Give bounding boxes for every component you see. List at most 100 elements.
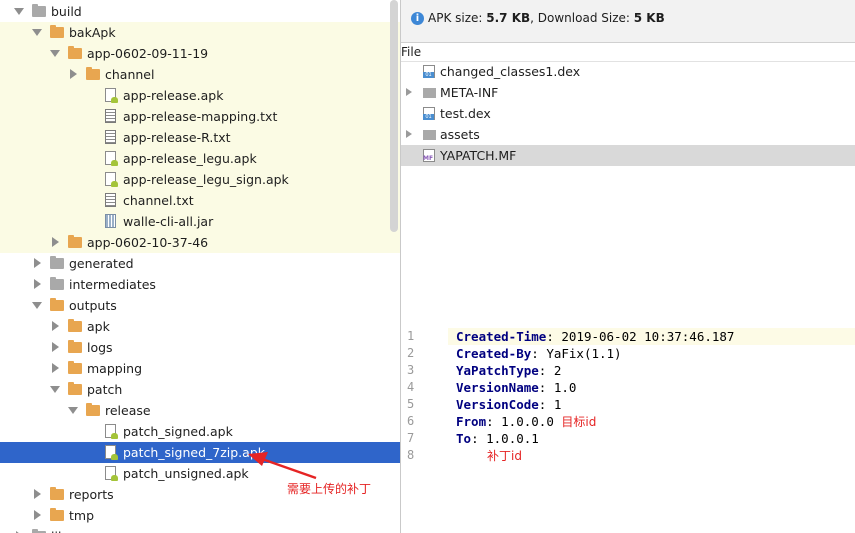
tree-item-label: app-release.apk — [123, 88, 224, 103]
apk-file-icon — [105, 172, 118, 187]
line-number: 6 — [407, 414, 415, 428]
tree-row[interactable]: app-release_legu.apk — [0, 148, 400, 169]
tree-row[interactable]: logs — [0, 337, 400, 358]
expand-right-icon[interactable] — [52, 321, 59, 331]
tree-row[interactable]: lib — [0, 526, 400, 533]
tree-row[interactable]: tmp — [0, 505, 400, 526]
target-id-note: 目标id — [561, 415, 597, 429]
tree-item-label: apk — [87, 319, 110, 334]
code-line[interactable]: YaPatchType: 2 — [456, 362, 561, 379]
tree-item-label: intermediates — [69, 277, 156, 292]
folder-orange-icon — [50, 25, 64, 38]
manifest-editor[interactable]: 1 2 3 4 5 6 7 8 Created-Time: 2019-06-02 10:37:… — [401, 326, 855, 533]
apk-file-row[interactable]: test.dex — [401, 103, 855, 124]
apk-file-icon — [105, 424, 118, 439]
expand-down-icon[interactable] — [68, 407, 78, 414]
apk-file-row[interactable]: YAPATCH.MF — [401, 145, 855, 166]
apk-file-row[interactable]: changed_classes1.dex — [401, 61, 855, 82]
folder-orange-icon — [68, 319, 82, 332]
folder-gray-icon — [50, 277, 64, 290]
expand-down-icon[interactable] — [50, 386, 60, 393]
tree-row[interactable]: app-release.apk — [0, 85, 400, 106]
text-file-icon — [105, 109, 116, 123]
manifest-key: VersionCode — [456, 397, 539, 412]
apk-file-name: YAPATCH.MF — [440, 148, 517, 163]
tree-row[interactable]: release — [0, 400, 400, 421]
manifest-key: YaPatchType — [456, 363, 539, 378]
apk-file-icon — [105, 466, 118, 481]
tree-item-label: reports — [69, 487, 114, 502]
tree-row[interactable]: patch_signed.apk — [0, 421, 400, 442]
apk-size-value: 5.7 KB — [486, 11, 531, 25]
expand-down-icon[interactable] — [50, 50, 60, 57]
manifest-file-icon — [423, 149, 435, 162]
apk-file-row[interactable]: META-INF — [401, 82, 855, 103]
expand-right-icon[interactable] — [34, 489, 41, 499]
manifest-value: : 1.0 — [538, 380, 577, 395]
tree-item-label: app-release_legu.apk — [123, 151, 257, 166]
tree-row[interactable]: outputs — [0, 295, 400, 316]
patch-id-note: 补丁id — [487, 449, 522, 463]
apk-file-row[interactable]: assets — [401, 124, 855, 145]
line-number: 7 — [407, 431, 415, 445]
tree-row[interactable]: walle-cli-all.jar — [0, 211, 400, 232]
manifest-value: : 1 — [538, 397, 562, 412]
line-number: 8 — [407, 448, 415, 462]
folder-orange-icon — [50, 487, 64, 500]
code-line[interactable]: From: 1.0.0.0 目标id — [456, 413, 596, 430]
manifest-key: From — [456, 414, 487, 429]
code-line[interactable]: Created-Time: 2019-06-02 10:37:46.187 — [456, 328, 734, 345]
expand-down-icon[interactable] — [32, 302, 42, 309]
manifest-value: : 1.0.0.0 — [486, 414, 562, 429]
tree-row[interactable]: bakApk — [0, 22, 400, 43]
expand-right-icon[interactable] — [34, 258, 41, 268]
tree-row[interactable]: apk — [0, 316, 400, 337]
folder-gray-icon — [50, 256, 64, 269]
tree-row[interactable]: patch_signed_7zip.apk — [0, 442, 400, 463]
tree-row[interactable]: generated — [0, 253, 400, 274]
tree-row[interactable]: patch — [0, 379, 400, 400]
code-line[interactable]: Created-By: YaFix(1.1) — [456, 345, 622, 362]
tree-row[interactable]: app-0602-09-11-19 — [0, 43, 400, 64]
expand-right-icon[interactable] — [52, 363, 59, 373]
expand-right-icon[interactable] — [52, 237, 59, 247]
expand-right-icon[interactable] — [406, 130, 412, 138]
expand-down-icon[interactable] — [14, 8, 24, 15]
expand-right-icon[interactable] — [34, 510, 41, 520]
tree-row[interactable]: app-0602-10-37-46 — [0, 232, 400, 253]
file-column-header[interactable]: File — [401, 43, 855, 62]
code-line[interactable]: VersionCode: 1 — [456, 396, 561, 413]
apk-file-icon — [105, 151, 118, 166]
tree-item-label: build — [51, 4, 82, 19]
folder-orange-icon — [68, 340, 82, 353]
tree-item-label: channel — [105, 67, 155, 82]
tree-scrollbar[interactable] — [390, 0, 398, 232]
expand-right-icon[interactable] — [406, 88, 412, 96]
code-line[interactable]: To: 1.0.0.1 — [456, 430, 539, 447]
folder-orange-icon — [68, 382, 82, 395]
manifest-value: : 2019-06-02 10:37:46.187 — [546, 329, 735, 344]
expand-right-icon[interactable] — [34, 279, 41, 289]
folder-icon — [423, 88, 436, 98]
tree-row[interactable]: mapping — [0, 358, 400, 379]
tree-row[interactable]: channel.txt — [0, 190, 400, 211]
line-number: 1 — [407, 329, 415, 343]
expand-right-icon[interactable] — [70, 69, 77, 79]
tree-item-label: generated — [69, 256, 134, 271]
project-tree[interactable]: build bakApk app-0602-09-11-19 channel app-r… — [0, 0, 400, 533]
expand-down-icon[interactable] — [32, 29, 42, 36]
apk-size-label: APK size: — [428, 11, 487, 25]
manifest-key: Created-Time — [456, 329, 547, 344]
tree-row[interactable]: build — [0, 1, 400, 22]
code-line[interactable]: VersionName: 1.0 — [456, 379, 576, 396]
tree-row[interactable]: app-release_legu_sign.apk — [0, 169, 400, 190]
tree-item-label: logs — [87, 340, 113, 355]
tree-row[interactable]: app-release-R.txt — [0, 127, 400, 148]
expand-right-icon[interactable] — [52, 342, 59, 352]
tree-row[interactable]: channel — [0, 64, 400, 85]
text-file-icon — [105, 130, 116, 144]
code-line[interactable]: 补丁id — [487, 447, 522, 464]
folder-orange-icon — [86, 67, 100, 80]
tree-row[interactable]: intermediates — [0, 274, 400, 295]
tree-row[interactable]: app-release-mapping.txt — [0, 106, 400, 127]
